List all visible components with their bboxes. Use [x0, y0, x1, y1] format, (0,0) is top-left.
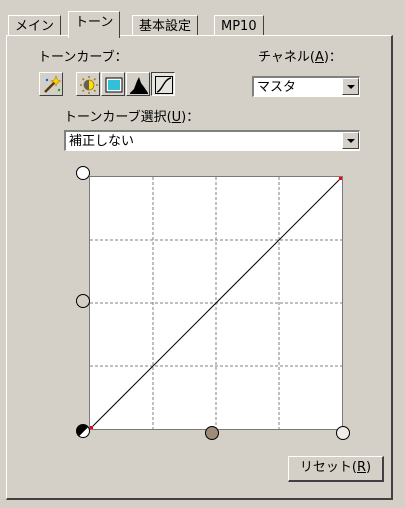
input-highlight-handle[interactable]	[336, 426, 350, 440]
tone-curve-selection-suffix: )：	[181, 110, 200, 125]
tone-curve-select-value: 補正しない	[69, 134, 135, 149]
tone-curve-graph[interactable]	[89, 176, 343, 430]
tone-curve-canvas	[90, 177, 342, 429]
output-high-handle[interactable]	[76, 166, 90, 180]
tab-tone[interactable]: トーン	[68, 11, 121, 38]
tone-curve-selection-label: トーンカーブ選択(U)：	[64, 106, 199, 125]
curve-endpoint-bottom[interactable]	[90, 426, 93, 429]
tone-curve-line[interactable]	[90, 177, 342, 429]
chevron-down-icon[interactable]	[342, 132, 359, 149]
input-mid-handle[interactable]	[205, 426, 219, 440]
histogram-icon	[130, 77, 148, 94]
tab-mp10[interactable]: MP10	[214, 15, 264, 36]
curve-endpoint-top[interactable]	[339, 177, 342, 180]
tone-curve-select[interactable]: 補正しない	[64, 130, 360, 151]
brightness-icon	[80, 76, 98, 94]
channel-label-key: A	[314, 50, 324, 65]
reset-label-prefix: リセット(	[299, 460, 357, 475]
channel-select[interactable]: マスタ	[252, 76, 360, 97]
tone-curve-label: トーンカーブ：	[38, 50, 128, 65]
tone-curve-selection-prefix: トーンカーブ選択(	[64, 110, 172, 125]
input-shadow-handle[interactable]	[76, 424, 90, 438]
channel-select-value: マスタ	[257, 80, 297, 95]
tone-curve-selection-key: U	[171, 110, 182, 125]
reset-label-suffix: )	[366, 460, 372, 475]
image-button[interactable]	[101, 72, 125, 96]
tab-main[interactable]: メイン	[8, 15, 62, 36]
channel-label-suffix: )：	[323, 50, 342, 65]
histogram-button[interactable]	[126, 72, 150, 96]
curve-icon	[155, 76, 173, 94]
channel-label-prefix: チャネル(	[258, 50, 315, 65]
channel-label: チャネル(A)：	[258, 46, 342, 65]
reset-button[interactable]: リセット(R)	[288, 456, 384, 482]
curve-button[interactable]	[151, 72, 175, 96]
reset-label-key: R	[356, 460, 367, 475]
chevron-down-icon[interactable]	[342, 78, 359, 95]
brightness-button[interactable]	[76, 72, 100, 96]
magic-wand-button[interactable]	[39, 72, 63, 96]
tab-basic-settings[interactable]: 基本設定	[132, 15, 199, 36]
image-icon	[105, 77, 123, 93]
magic-wand-icon	[44, 75, 62, 93]
output-mid-handle[interactable]	[76, 294, 90, 308]
